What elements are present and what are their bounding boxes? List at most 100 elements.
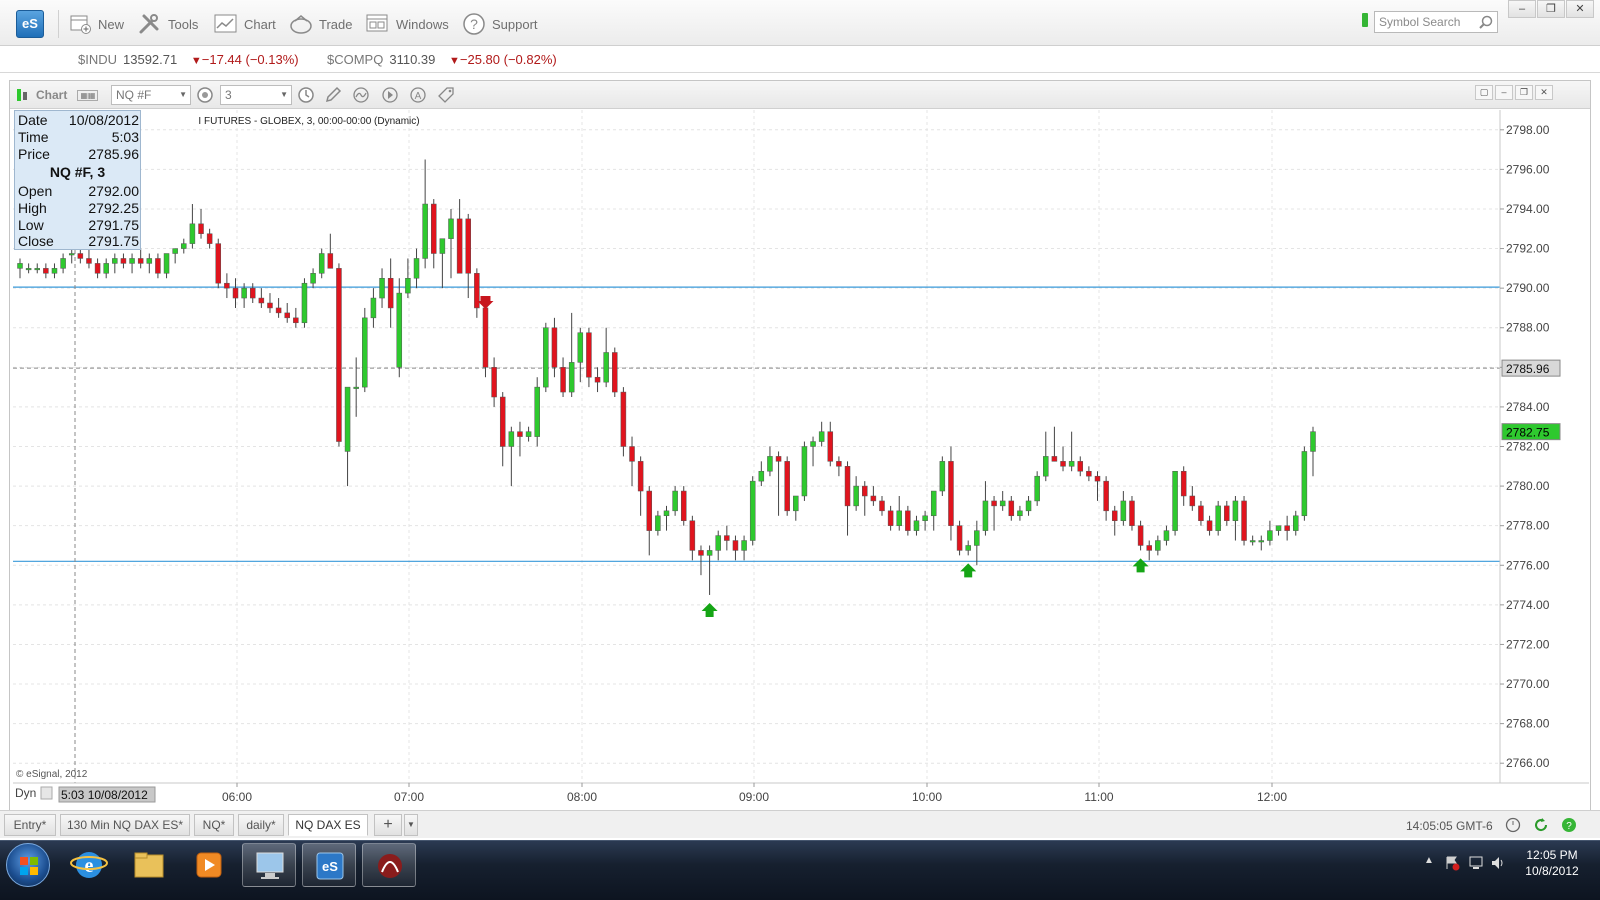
- search-icon[interactable]: [1479, 15, 1493, 29]
- data-row-low: Low 2791.75: [18, 217, 139, 234]
- candle-body: [387, 278, 394, 309]
- esignal-logo[interactable]: eS: [16, 10, 44, 38]
- candle-body: [310, 273, 316, 284]
- candle-body: [1068, 461, 1075, 467]
- tray-expand-icon[interactable]: ▲: [1424, 855, 1434, 866]
- candle-body: [732, 540, 739, 551]
- trade-button-label: Trade: [319, 16, 353, 32]
- dyn-label[interactable]: Dyn: [15, 786, 36, 800]
- candle-body: [336, 268, 342, 442]
- support-button[interactable]: ? Support: [462, 12, 538, 36]
- candle-body: [1034, 475, 1040, 502]
- network-icon[interactable]: [1468, 855, 1484, 871]
- quote-change: −25.80 (−0.82%): [459, 52, 557, 67]
- volume-icon[interactable]: [1490, 855, 1506, 871]
- candle-body: [1249, 540, 1256, 543]
- taskbar-esignal[interactable]: eS: [302, 843, 356, 887]
- candle-body: [189, 223, 196, 244]
- tools-button[interactable]: Tools: [138, 12, 198, 36]
- candle-body: [25, 268, 32, 271]
- start-button[interactable]: [6, 843, 50, 887]
- candle-body: [1103, 480, 1109, 512]
- chart-window-minimize-button[interactable]: –: [1495, 85, 1513, 100]
- chevron-down-icon[interactable]: ▼: [179, 86, 187, 104]
- add-tab-button[interactable]: +: [374, 814, 402, 836]
- chart-icon: [214, 14, 237, 33]
- candle-body: [241, 287, 247, 299]
- candle-body: [1284, 525, 1290, 531]
- trade-button[interactable]: Trade: [289, 12, 352, 36]
- candle-body: [793, 495, 799, 512]
- taskbar-remote-desktop[interactable]: [242, 843, 296, 887]
- candle-body: [482, 307, 489, 368]
- taskbar-internet-explorer[interactable]: e: [62, 843, 116, 887]
- action-center-flag-icon[interactable]: [1444, 855, 1460, 871]
- chart-window-close-button[interactable]: ✕: [1535, 85, 1553, 100]
- draw-pencil-icon[interactable]: [324, 86, 342, 104]
- candle-body: [930, 490, 937, 517]
- refresh-icon[interactable]: [1533, 817, 1549, 833]
- taskbar-file-explorer[interactable]: [122, 843, 176, 887]
- tab-entry[interactable]: Entry*: [4, 814, 56, 836]
- tray-date: 10/8/2012: [1525, 864, 1579, 878]
- candle-body: [655, 515, 661, 531]
- price-tick-label: 2792.00: [1506, 242, 1550, 256]
- windows-button[interactable]: Windows: [366, 12, 449, 36]
- candle-body: [663, 510, 670, 517]
- candle-body: [1189, 495, 1196, 507]
- chart-toolbar: Chart ▦▦ NQ #F ▼ 3 ▼ A ▢ – ❐ ✕: [10, 81, 1590, 109]
- tab-nq-dax-es[interactable]: NQ DAX ES: [288, 814, 368, 836]
- candle-body: [17, 263, 23, 269]
- candle-body: [1301, 451, 1308, 517]
- tray-clock[interactable]: 12:05 PM 10/8/2012: [1514, 847, 1590, 879]
- candle-body: [1051, 456, 1058, 462]
- taskbar-media-player[interactable]: [182, 843, 236, 887]
- candle-body: [741, 540, 747, 551]
- candle-body: [422, 203, 428, 259]
- tab-daily[interactable]: daily*: [238, 814, 284, 836]
- data-window[interactable]: Date 10/08/2012 Time 5:03 Price 2785.96 NQ …: [14, 110, 141, 250]
- data-label: High: [18, 200, 47, 216]
- chart-button[interactable]: Chart: [214, 12, 276, 36]
- chart-window-restore-button[interactable]: ❐: [1515, 85, 1533, 100]
- alert-icon[interactable]: A: [409, 86, 427, 104]
- chevron-down-icon[interactable]: ▼: [280, 86, 288, 104]
- clock-icon[interactable]: [297, 86, 315, 104]
- status-online-icon[interactable]: ?: [1561, 817, 1577, 833]
- symbol-search-input[interactable]: Symbol Search: [1374, 11, 1498, 33]
- tab-nq[interactable]: NQ*: [194, 814, 234, 836]
- price-tick-label: 2772.00: [1506, 637, 1550, 651]
- taskbar-acrobat[interactable]: [362, 843, 416, 887]
- candle-body: [448, 218, 454, 239]
- tab-130-min-nq-dax-es[interactable]: 130 Min NQ DAX ES*: [60, 814, 190, 836]
- chart-symbol-input[interactable]: NQ #F ▼: [111, 85, 191, 105]
- replay-icon[interactable]: [381, 86, 399, 104]
- link-icon[interactable]: ▦▦: [77, 89, 99, 101]
- chart-window-menu-button[interactable]: ▢: [1475, 85, 1493, 100]
- candle-body: [948, 461, 954, 526]
- close-window-button[interactable]: ✕: [1566, 0, 1594, 18]
- data-label: Price: [18, 146, 50, 162]
- candle-body: [939, 461, 946, 492]
- quote-indu[interactable]: $INDU 13592.71 ▼−17.44 (−0.13%): [78, 52, 299, 67]
- timer-icon[interactable]: [1505, 817, 1521, 833]
- minimize-window-button[interactable]: –: [1508, 0, 1536, 18]
- new-button[interactable]: New: [70, 12, 124, 36]
- chart-header-text: I FUTURES - GLOBEX, 3, 00:00-00:00 (Dyna…: [198, 116, 419, 127]
- study-icon[interactable]: [352, 86, 370, 104]
- tag-icon[interactable]: [437, 86, 455, 104]
- restore-window-button[interactable]: ❐: [1537, 0, 1565, 18]
- tab-list-dropdown[interactable]: ▼: [404, 814, 418, 836]
- price-chart[interactable]: 2798.00 2796.00 2794.00 2792.00 2790.00 2788.…: [13, 110, 1589, 816]
- lock-icon[interactable]: [40, 786, 53, 800]
- quote-compq[interactable]: $COMPQ 3110.39 ▼−25.80 (−0.82%): [327, 52, 557, 67]
- candle-body: [491, 367, 497, 398]
- settings-gear-icon[interactable]: [196, 86, 214, 104]
- windows-taskbar: e eS ▲ 12:05 PM 10/8/2012: [0, 840, 1600, 900]
- candle-body: [258, 297, 265, 304]
- candle-body: [172, 248, 178, 254]
- quote-price: 3110.39: [389, 52, 436, 67]
- chart-interval-input[interactable]: 3 ▼: [220, 85, 292, 105]
- candle-body: [706, 550, 713, 556]
- candle-body: [586, 332, 592, 378]
